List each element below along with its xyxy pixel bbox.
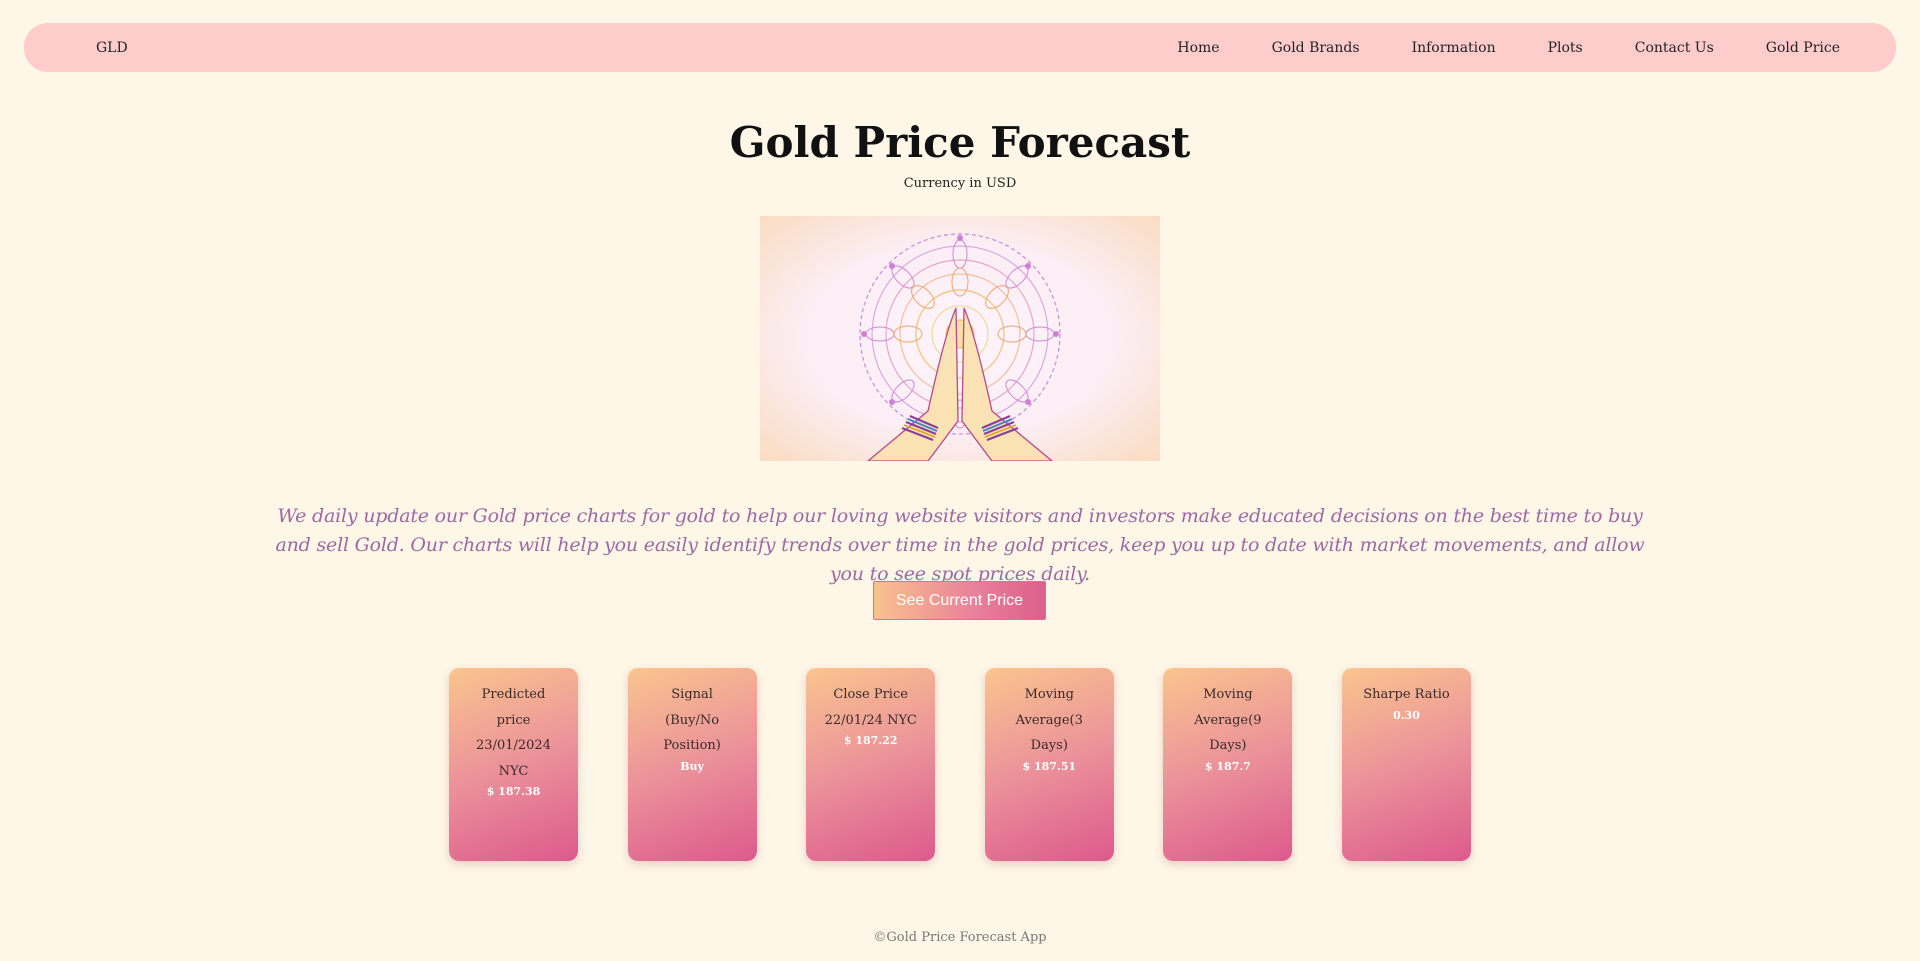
card-label: Moving Average(9 Days) [1194, 687, 1262, 753]
see-current-price-button[interactable]: See Current Price [873, 581, 1046, 620]
card-label: Sharpe Ratio [1363, 687, 1450, 702]
nav-plots[interactable]: Plots [1548, 40, 1583, 56]
card-value: $ 187.38 [486, 785, 541, 798]
currency-subtitle: Currency in USD [903, 176, 1017, 191]
nav-gold-brands[interactable]: Gold Brands [1272, 40, 1360, 56]
card-value: 0.30 [1393, 708, 1420, 722]
card-predicted-price: Predicted price 23/01/2024 NYC $ 187.38 [449, 668, 578, 861]
card-value: $ 187.22 [843, 734, 898, 747]
nav-links: Home Gold Brands Information Plots Conta… [1177, 40, 1840, 56]
card-value: $ 187.7 [1204, 759, 1251, 773]
card-moving-average-9: Moving Average(9 Days) $ 187.7 [1163, 668, 1293, 861]
card-signal: Signal (Buy/No Position) Buy [627, 668, 757, 861]
card-value: Buy [680, 759, 704, 773]
card-label: Close Price 22/01/24 NYC [824, 687, 917, 728]
card-label: Moving Average(3 Days) [1015, 687, 1083, 753]
nav-contact-us[interactable]: Contact Us [1635, 40, 1714, 56]
top-navbar: GLD Home Gold Brands Information Plots C… [24, 23, 1896, 72]
card-moving-average-3: Moving Average(3 Days) $ 187.51 [984, 668, 1114, 861]
hero-mandala-hands-image [760, 216, 1160, 461]
card-sharpe-ratio: Sharpe Ratio 0.30 [1341, 668, 1471, 861]
card-value: $ 187.51 [1022, 759, 1077, 773]
card-label: Signal (Buy/No Position) [663, 687, 721, 753]
footer-copyright: ©Gold Price Forecast App [873, 930, 1047, 945]
metric-cards: Predicted price 23/01/2024 NYC $ 187.38 … [449, 668, 1471, 861]
page-title: Gold Price Forecast [729, 118, 1191, 167]
card-close-price: Close Price 22/01/24 NYC $ 187.22 [806, 668, 936, 861]
brand-logo[interactable]: GLD [96, 40, 128, 56]
intro-paragraph: We daily update our Gold price charts fo… [275, 505, 1645, 585]
mandala-illustration [859, 233, 1061, 461]
nav-information[interactable]: Information [1412, 40, 1496, 56]
nav-home[interactable]: Home [1177, 40, 1219, 56]
nav-gold-price[interactable]: Gold Price [1766, 40, 1840, 56]
card-label: Predicted price 23/01/2024 NYC [476, 687, 551, 779]
